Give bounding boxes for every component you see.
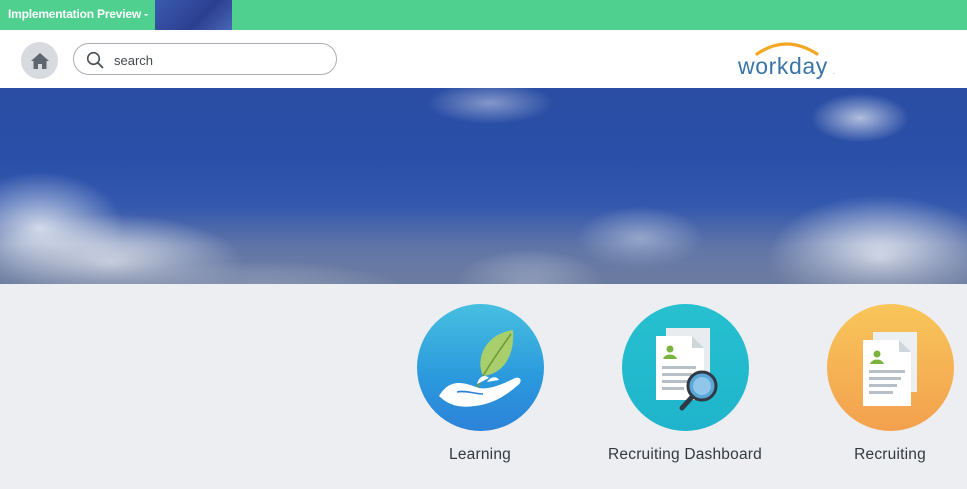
app-tile-recruiting[interactable]: Recruiting [810, 304, 967, 465]
environment-banner: Implementation Preview - [0, 0, 967, 30]
top-header: workday . [0, 30, 967, 88]
logo-text: workday [737, 53, 828, 79]
workday-logo[interactable]: workday . [735, 38, 845, 82]
environment-thumbnail [155, 0, 232, 30]
home-button[interactable] [21, 42, 58, 79]
recruiting-app-icon[interactable] [826, 304, 954, 431]
hand-leaf-icon [438, 330, 521, 407]
app-label-recruiting: Recruiting [854, 446, 926, 463]
app-launcher: Learning Recruiting Dashboard Recruiting [0, 284, 967, 489]
hero-banner-image [0, 88, 967, 284]
app-label-learning: Learning [449, 446, 511, 463]
documents-icon [862, 332, 917, 406]
svg-text:.: . [833, 70, 835, 76]
environment-label: Implementation Preview - [8, 7, 148, 21]
search-input[interactable] [112, 48, 326, 72]
document-magnifier-icon [655, 328, 717, 411]
app-tile-learning[interactable]: Learning [400, 304, 560, 465]
learning-app-icon[interactable] [416, 304, 544, 431]
app-label-recruiting-dashboard: Recruiting Dashboard [608, 446, 762, 463]
home-icon [30, 52, 49, 69]
search-icon [86, 51, 104, 69]
recruiting-dashboard-app-icon[interactable] [621, 304, 749, 431]
app-tile-recruiting-dashboard[interactable]: Recruiting Dashboard [605, 304, 765, 465]
search-box[interactable] [73, 43, 337, 75]
